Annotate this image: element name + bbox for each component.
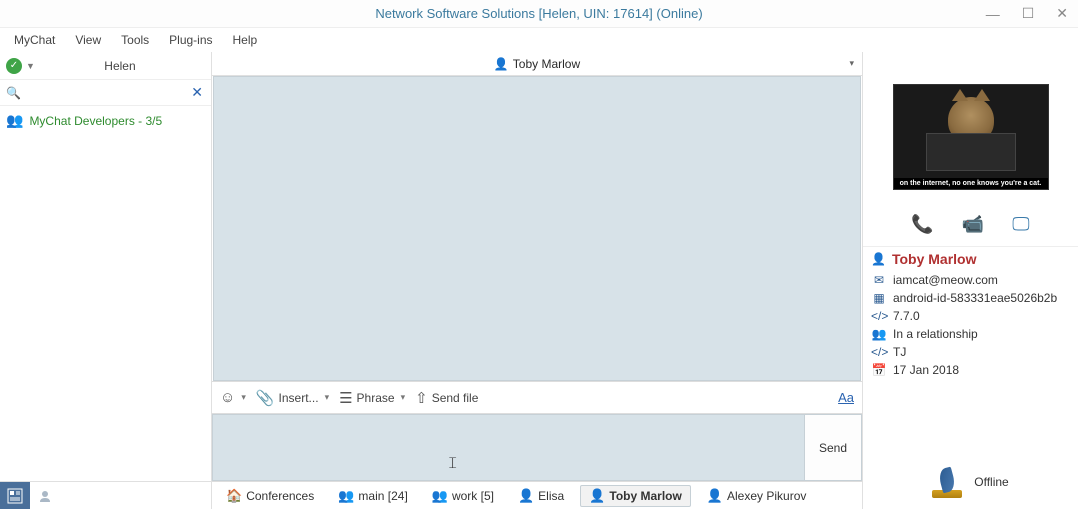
person-icon: 👤 [871,252,886,266]
insert-label: Insert... [279,391,319,405]
tab-conferences[interactable]: 🏠Conferences [218,486,322,506]
tab-alexey[interactable]: 👤Alexey Pikurov [699,486,815,506]
group-label: MyChat Developers - 3/5 [29,114,162,128]
status-dropdown-icon[interactable]: ▼ [26,61,35,71]
menu-mychat[interactable]: MyChat [6,31,63,49]
contacts-list: 👥 MyChat Developers - 3/5 [0,106,211,481]
search-clear-icon[interactable]: ✕ [189,84,205,101]
tab-toby[interactable]: 👤Toby Marlow [580,485,691,507]
audio-call-icon[interactable]: 📞 [911,214,933,235]
search-input[interactable] [21,84,189,102]
calendar-icon: 📅 [871,363,887,377]
paperclip-icon: 📎 [256,389,275,407]
contact-name-row: 👤 Toby Marlow [863,246,1078,271]
chat-header[interactable]: 👤 Toby Marlow ▾ [212,52,862,76]
video-call-icon[interactable]: 📹 [962,214,984,235]
center-column: 👤 Toby Marlow ▾ ☺▾ 📎Insert...▾ ☰Phrase▾ … [212,52,862,509]
phrase-button[interactable]: ☰Phrase▾ [339,389,405,407]
formatting-button[interactable]: Aa [838,390,854,405]
message-input[interactable]: 𝙸 [212,414,804,481]
sendfile-button[interactable]: ⇧ Send file [415,389,478,407]
chat-dropdown-icon[interactable]: ▾ [849,58,854,69]
chat-messages-area[interactable] [213,76,861,381]
current-user-name: Helen [35,59,205,73]
bottom-tabs: 🏠Conferences 👥main [24] 👥work [5] 👤Elisa… [212,481,862,509]
status-online-icon: ✓ [6,58,22,74]
sendfile-label: Send file [432,391,479,405]
group-item-developers[interactable]: 👥 MyChat Developers - 3/5 [0,110,211,131]
minimize-button[interactable]: — [982,6,1004,22]
quill-icon [932,466,964,498]
chat-title: Toby Marlow [513,57,580,71]
titlebar: Network Software Solutions [Helen, UIN: … [0,0,1078,28]
tab-main[interactable]: 👥main [24] [330,486,416,506]
avatar[interactable]: on the internet, no one knows you're a c… [893,84,1049,190]
send-button[interactable]: Send [804,414,862,481]
info-email: ✉iamcat@meow.com [863,271,1078,289]
tab-elisa[interactable]: 👤Elisa [510,486,572,506]
menu-tools[interactable]: Tools [113,31,157,49]
main-area: ✓ ▼ Helen 🔍 ✕ 👥 MyChat Developers - 3/5 [0,52,1078,509]
right-column: on the internet, no one knows you're a c… [862,52,1078,509]
email-icon: ✉ [871,273,887,287]
input-toolbar: ☺▾ 📎Insert...▾ ☰Phrase▾ ⇧Send file Aa [212,381,862,413]
phrase-icon: ☰ [339,389,352,407]
code-icon: </> [871,345,887,359]
group-icon: 👥 [338,488,354,504]
menu-help[interactable]: Help [225,31,266,49]
left-tabbar [0,481,211,509]
left-column: ✓ ▼ Helen 🔍 ✕ 👥 MyChat Developers - 3/5 [0,52,212,509]
person-icon: 👤 [589,488,605,504]
call-actions: 📞 📹 🖵 [863,202,1078,246]
info-date: 📅17 Jan 2018 [863,361,1078,379]
maximize-button[interactable]: ☐ [1018,5,1039,22]
window-controls: — ☐ ✕ [982,0,1072,27]
avatar-caption: on the internet, no one knows you're a c… [894,178,1048,189]
insert-button[interactable]: 📎Insert...▾ [256,389,329,407]
search-row: 🔍 ✕ [0,80,211,106]
info-device: ▦android-id-583331eae5026b2b [863,289,1078,307]
smile-icon: ☺ [220,389,235,406]
person-icon: 👤 [494,57,509,71]
menubar: MyChat View Tools Plug-ins Help [0,28,1078,52]
info-version: </>7.7.0 [863,307,1078,325]
info-nickname: </>TJ [863,343,1078,361]
laptop-illustration [926,133,1016,171]
emoji-button[interactable]: ☺▾ [220,389,246,406]
avatar-container: on the internet, no one knows you're a c… [863,52,1078,202]
contacts-tab[interactable] [0,482,30,509]
search-icon: 🔍 [6,86,21,100]
device-icon: ▦ [871,291,887,305]
menu-view[interactable]: View [67,31,109,49]
message-input-row: 𝙸 Send [212,413,862,481]
person-icon: 👤 [707,488,723,504]
secondary-tab[interactable] [30,482,60,509]
presence-label: Offline [974,475,1008,489]
presence-footer: Offline [863,461,1078,509]
code-icon: </> [871,309,887,323]
close-button[interactable]: ✕ [1052,5,1072,22]
info-relationship: 👥In a relationship [863,325,1078,343]
menu-plugins[interactable]: Plug-ins [161,31,220,49]
window-title: Network Software Solutions [Helen, UIN: … [375,6,702,21]
text-cursor-icon: 𝙸 [447,455,448,471]
current-user-row[interactable]: ✓ ▼ Helen [0,52,211,80]
people-icon: 👥 [871,327,887,341]
home-icon: 🏠 [226,488,242,504]
group-icon: 👥 [432,488,448,504]
upload-icon: ⇧ [415,389,428,407]
screen-share-icon[interactable]: 🖵 [1012,214,1029,235]
phrase-label: Phrase [357,391,395,405]
group-icon: 👥 [6,112,23,129]
contact-name: Toby Marlow [892,251,977,267]
tab-work[interactable]: 👥work [5] [424,486,502,506]
person-icon: 👤 [518,488,534,504]
